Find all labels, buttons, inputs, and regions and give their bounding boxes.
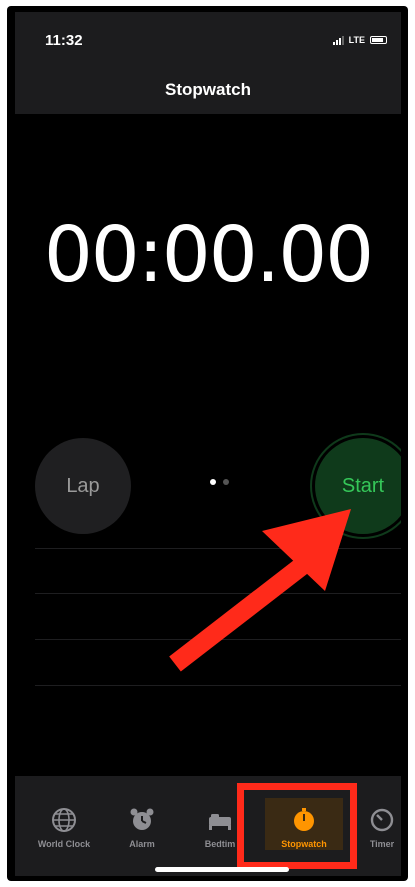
tab-world-clock[interactable]: World Clock	[25, 807, 103, 849]
network-label: LTE	[348, 35, 365, 45]
tab-stopwatch[interactable]: Stopwatch	[265, 807, 343, 849]
status-time: 11:32	[45, 32, 83, 49]
start-button[interactable]: Start	[315, 438, 401, 534]
lap-button[interactable]: Lap	[35, 438, 131, 534]
bed-icon	[209, 814, 231, 830]
stopwatch-icon	[294, 808, 314, 831]
tab-label: Stopwatch	[281, 839, 327, 849]
tab-alarm[interactable]: Alarm	[103, 807, 181, 849]
timer-icon	[370, 808, 394, 832]
page-dot-active	[210, 479, 216, 485]
lap-button-label: Lap	[66, 474, 100, 497]
page-dot	[223, 479, 229, 485]
globe-icon	[52, 808, 76, 832]
tab-label: Alarm	[129, 839, 155, 849]
status-bar: 11:32 LTE	[15, 12, 401, 62]
phone-frame: 11:32 LTE Stopwatch 00:00.00 Lap Start W…	[7, 6, 408, 881]
tab-label: World Clock	[37, 839, 91, 849]
signal-icon	[332, 35, 344, 45]
navigation-bar: Stopwatch	[15, 62, 401, 114]
home-indicator[interactable]	[155, 867, 289, 872]
start-button-label: Start	[341, 474, 385, 497]
screen: 11:32 LTE Stopwatch 00:00.00 Lap Start W…	[15, 12, 401, 876]
lap-divider	[35, 639, 401, 640]
tab-label: Bedtim	[204, 839, 236, 849]
battery-icon	[370, 36, 387, 44]
status-indicators: LTE	[332, 35, 387, 45]
tab-label: Timer	[369, 839, 395, 849]
page-title: Stopwatch	[165, 80, 251, 99]
stopwatch-time-display: 00:00.00	[43, 211, 374, 300]
tab-bedtime[interactable]: Bedtim	[181, 807, 259, 849]
page-indicator	[210, 479, 229, 485]
lap-divider	[35, 685, 401, 686]
lap-divider	[35, 548, 401, 549]
lap-divider	[35, 593, 401, 594]
alarm-clock-icon	[130, 808, 154, 830]
tab-timer[interactable]: Timer	[343, 807, 401, 849]
